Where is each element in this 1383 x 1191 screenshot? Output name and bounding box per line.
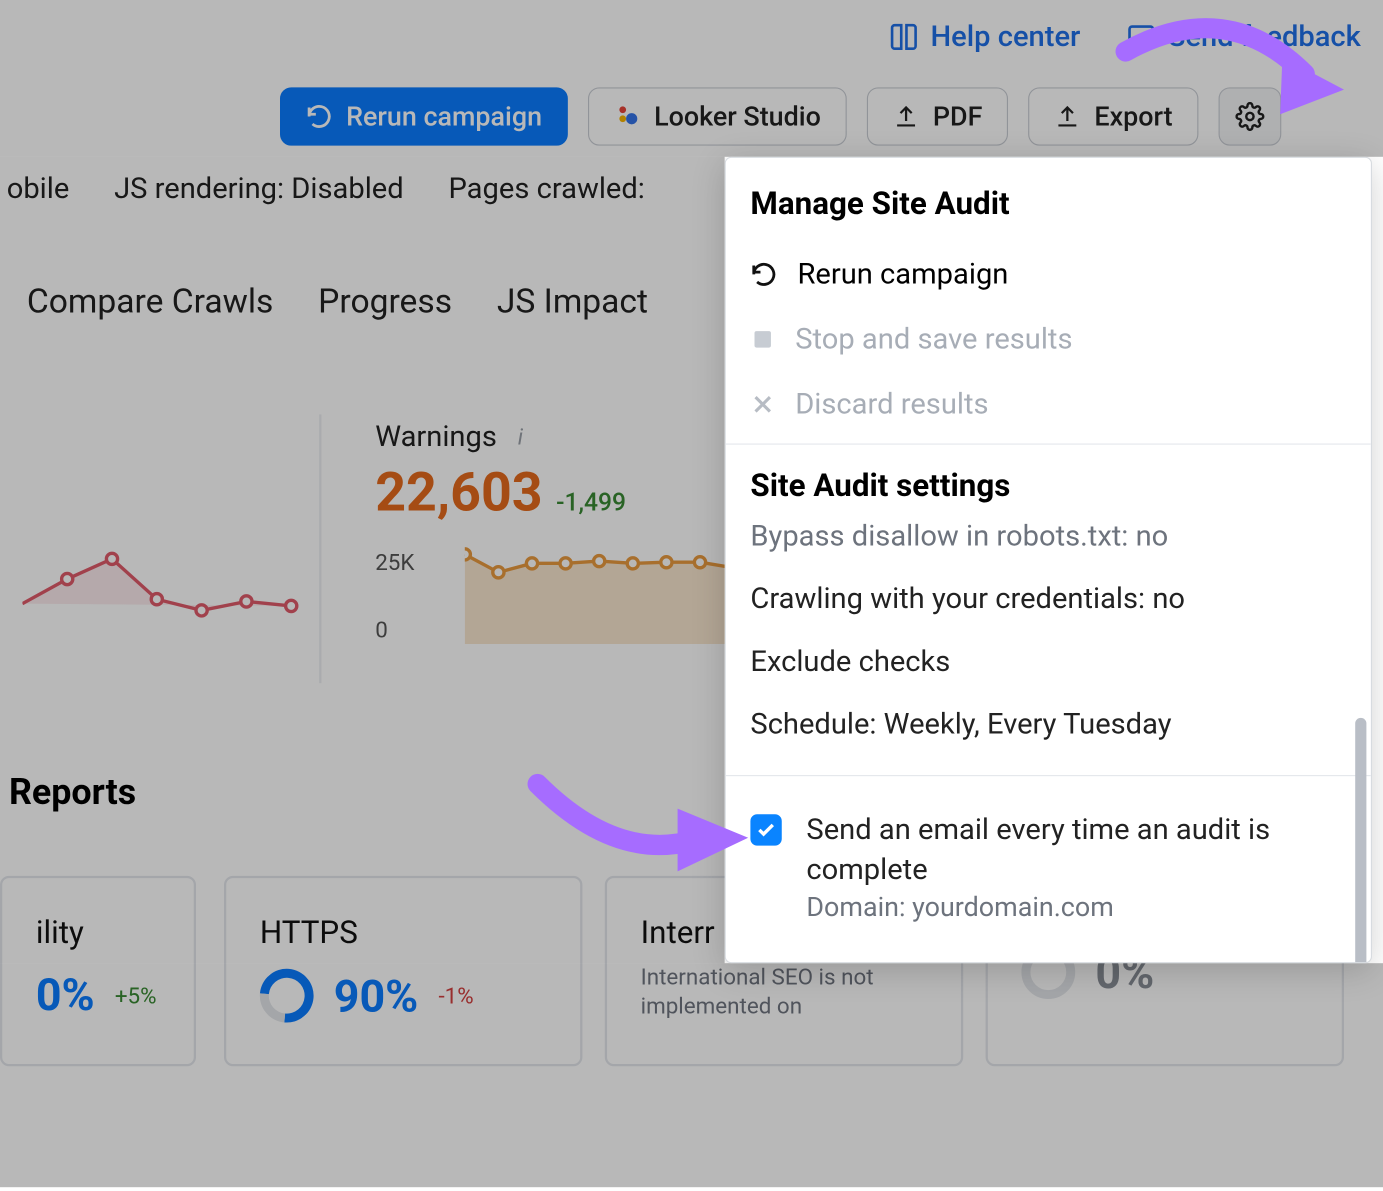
overlay-dim [0,0,1383,157]
email-checkbox[interactable] [750,814,781,845]
close-icon [750,392,775,417]
refresh-icon [750,261,777,288]
check-icon [756,820,776,840]
settings-dropdown-panel: Manage Site Audit Rerun campaign Stop an… [725,157,1372,963]
panel-bypass-robots[interactable]: Bypass disallow in robots.txt: no [750,520,1346,554]
panel-heading-settings: Site Audit settings [726,451,1371,524]
panel-domain-label: Domain: yourdomain.com [806,891,1346,922]
overlay-dim [0,157,725,963]
panel-settings-list: Bypass disallow in robots.txt: no Crawli… [726,524,1371,945]
panel-scrollbar[interactable] [1355,718,1366,963]
panel-email-notification-row[interactable]: Send an email every time an audit is com… [750,810,1346,923]
panel-separator [726,775,1371,776]
panel-email-label: Send an email every time an audit is com… [806,810,1346,892]
panel-rerun-label: Rerun campaign [797,258,1008,292]
panel-heading-manage: Manage Site Audit [726,158,1371,242]
stop-icon [750,327,775,352]
panel-stop-label: Stop and save results [795,323,1072,357]
panel-rerun-campaign[interactable]: Rerun campaign [726,242,1371,307]
panel-crawling-credentials[interactable]: Crawling with your credentials: no [750,582,1346,616]
panel-schedule[interactable]: Schedule: Weekly, Every Tuesday [750,708,1346,742]
page-root: Help center Send feedback Rerun campaign… [0,0,1383,1064]
panel-discard: Discard results [726,372,1371,437]
panel-separator [726,444,1371,445]
panel-discard-label: Discard results [795,388,988,422]
overlay-dim [0,963,1383,1187]
panel-exclude-checks[interactable]: Exclude checks [750,645,1346,679]
panel-stop-save: Stop and save results [726,307,1371,372]
